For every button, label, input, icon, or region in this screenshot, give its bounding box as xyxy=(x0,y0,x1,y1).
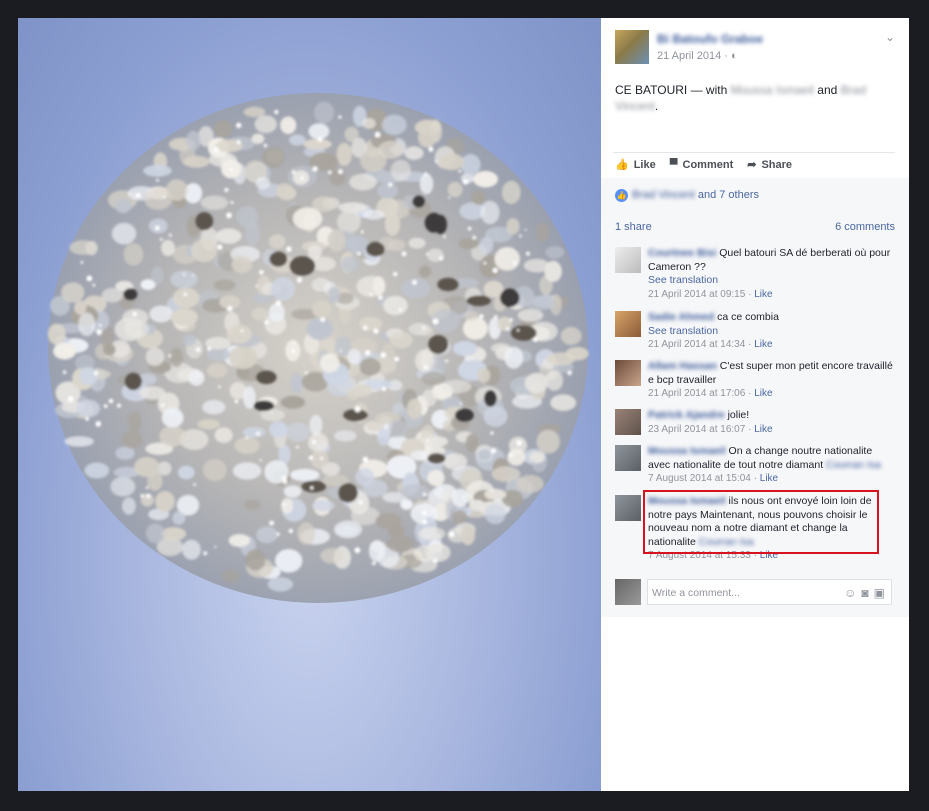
comment-body: Sadie Ahmed ca ce combia See translation… xyxy=(648,311,779,350)
comment-label: Comment xyxy=(682,158,734,171)
stats-row: 1 share 6 comments xyxy=(601,214,909,242)
comment-author[interactable]: Sadie Ahmed xyxy=(648,311,714,323)
share-count[interactable]: 1 share xyxy=(615,221,652,233)
sticker-icon[interactable]: ▣ xyxy=(874,580,885,606)
post-photo[interactable] xyxy=(18,18,601,791)
comment-timestamp[interactable]: 7 August 2014 at 15:04 xyxy=(648,473,751,484)
like-label: Like xyxy=(633,158,656,171)
share-button[interactable]: ➦ Share xyxy=(747,158,793,172)
author-avatar[interactable] xyxy=(615,30,649,64)
like-button[interactable]: 👍 Like xyxy=(615,158,656,172)
comment-placeholder: Write a comment... xyxy=(652,587,740,599)
likes-summary[interactable]: 👍 Brad Vincent and 7 others xyxy=(601,178,909,214)
red-highlight-box xyxy=(643,490,879,554)
likers-names[interactable]: Brad Vincent xyxy=(632,189,695,201)
avatar[interactable] xyxy=(615,495,641,521)
post-text-and: and xyxy=(813,83,841,97)
comment-body: Courtnee Bisi Quel batouri SA dé berbera… xyxy=(648,247,891,300)
avatar[interactable] xyxy=(615,409,641,435)
comment-timestamp[interactable]: 21 April 2014 at 14:34 xyxy=(648,339,745,350)
thumbs-up-icon: 👍 xyxy=(615,159,629,171)
comment-count[interactable]: 6 comments xyxy=(835,221,895,233)
globe-icon: ◐ xyxy=(731,50,738,62)
see-translation-link[interactable]: See translation xyxy=(648,274,718,286)
diamond-pile-image xyxy=(47,93,589,603)
share-label: Share xyxy=(761,158,793,171)
comment-like-link[interactable]: Like xyxy=(754,339,772,350)
avatar[interactable] xyxy=(615,360,641,386)
write-comment-bar: Write a comment... ☺ ◙ ▣ xyxy=(601,574,909,617)
comment-input[interactable]: Write a comment... ☺ ◙ ▣ xyxy=(647,579,892,605)
comment-like-link[interactable]: Like xyxy=(754,424,772,435)
camera-icon[interactable]: ◙ xyxy=(861,580,868,606)
comment-author[interactable]: Allam Hassan xyxy=(648,360,717,372)
likes-text[interactable]: Brad Vincent and 7 others xyxy=(632,189,759,201)
tagged-person[interactable]: Moussa Ismaeil xyxy=(731,83,814,97)
comment-text: jolie! xyxy=(727,409,750,421)
mentioned-person[interactable]: Courran Isa xyxy=(826,459,881,471)
post-date: 21 April 2014 · xyxy=(657,50,731,62)
comment-bubble-icon: ▀ xyxy=(669,158,678,171)
avatar[interactable] xyxy=(615,445,641,471)
likes-others[interactable]: and 7 others xyxy=(695,189,759,201)
comment-like-link[interactable]: Like xyxy=(760,473,778,484)
comment-body: Patrick Ajandre jolie! 23 April 2014 at … xyxy=(648,409,773,435)
like-reaction-icon: 👍 xyxy=(615,189,628,202)
post-text-end: . xyxy=(654,99,659,113)
comment-body: Allam Hassan C'est super mon petit encor… xyxy=(648,360,893,399)
author-name[interactable]: Bi Batoufo Graboe xyxy=(657,32,763,46)
divider xyxy=(613,152,895,153)
post-details-panel: Bi Batoufo Graboe 21 April 2014 · ◐ ⌄ CE… xyxy=(601,18,909,791)
comment-timestamp[interactable]: 21 April 2014 at 09:15 xyxy=(648,289,745,300)
comment-button[interactable]: ▀ Comment xyxy=(670,158,734,171)
avatar[interactable] xyxy=(615,311,641,337)
avatar[interactable] xyxy=(615,247,641,273)
chevron-down-icon[interactable]: ⌄ xyxy=(885,30,895,44)
post-text: CE BATOURI — with Moussa Ismaeil and Bra… xyxy=(615,82,885,114)
comment-timestamp[interactable]: 21 April 2014 at 17:06 xyxy=(648,388,745,399)
emoji-icon[interactable]: ☺ xyxy=(844,580,856,606)
comment-author[interactable]: Patrick Ajandre xyxy=(648,409,725,421)
post-timestamp[interactable]: 21 April 2014 · ◐ xyxy=(657,50,738,62)
action-bar: 👍 Like ▀ Comment ➦ Share xyxy=(615,158,793,172)
see-translation-link[interactable]: See translation xyxy=(648,325,718,337)
comment-author[interactable]: Moussa Ismaeil xyxy=(648,445,726,457)
comment-author[interactable]: Courtnee Bisi xyxy=(648,247,716,259)
comment-text: ca ce combia xyxy=(717,311,779,323)
comment-body: Moussa Ismaeil On a change noutre nation… xyxy=(648,445,881,484)
comment-like-link[interactable]: Like xyxy=(754,388,772,399)
share-arrow-icon: ➦ xyxy=(747,159,757,171)
comment-timestamp[interactable]: 23 April 2014 at 16:07 xyxy=(648,424,745,435)
comment-like-link[interactable]: Like xyxy=(754,289,772,300)
post-text-main: CE BATOURI — with xyxy=(615,83,731,97)
avatar xyxy=(615,579,641,605)
